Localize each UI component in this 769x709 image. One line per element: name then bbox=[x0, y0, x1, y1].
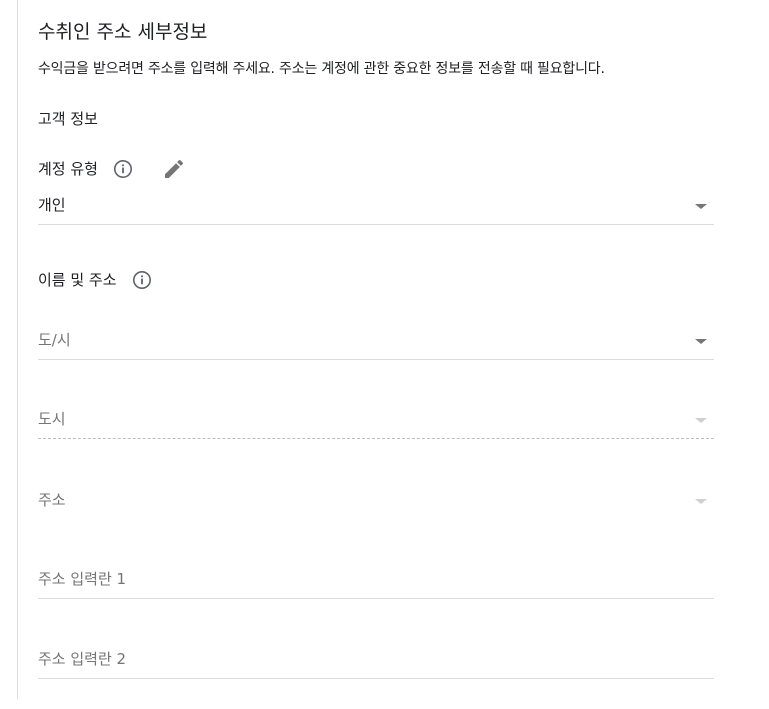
customer-info-heading: 고객 정보 bbox=[38, 110, 98, 128]
info-icon[interactable] bbox=[132, 270, 152, 290]
page-title: 수취인 주소 세부정보 bbox=[38, 21, 208, 43]
chevron-down-icon bbox=[695, 204, 707, 209]
pencil-icon[interactable] bbox=[162, 157, 186, 181]
account-type-value: 개인 bbox=[38, 196, 66, 214]
chevron-down-icon bbox=[695, 499, 707, 504]
province-placeholder: 도/시 bbox=[38, 331, 71, 349]
page-description: 수익금을 받으려면 주소를 입력해 주세요. 주소는 계정에 관한 중요한 정보… bbox=[38, 61, 605, 77]
info-icon[interactable] bbox=[113, 159, 133, 179]
name-address-label: 이름 및 주소 bbox=[38, 271, 117, 289]
city-placeholder: 도시 bbox=[38, 410, 66, 428]
account-type-select[interactable]: 개인 bbox=[38, 185, 714, 225]
address-placeholder: 주소 bbox=[38, 491, 66, 509]
address-line1-input[interactable]: 주소 입력란 1 bbox=[38, 559, 714, 599]
left-divider bbox=[17, 0, 18, 699]
account-type-label: 계정 유형 bbox=[38, 160, 98, 178]
address-line1-placeholder: 주소 입력란 1 bbox=[38, 570, 127, 588]
province-select[interactable]: 도/시 bbox=[38, 320, 714, 360]
city-select: 도시 bbox=[38, 399, 714, 439]
address-line2-input[interactable]: 주소 입력란 2 bbox=[38, 639, 714, 679]
chevron-down-icon bbox=[695, 418, 707, 423]
name-address-label-row: 이름 및 주소 bbox=[38, 269, 152, 291]
chevron-down-icon bbox=[695, 339, 707, 344]
account-type-label-row: 계정 유형 bbox=[38, 157, 186, 181]
address-select: 주소 bbox=[38, 479, 714, 519]
address-line2-placeholder: 주소 입력란 2 bbox=[38, 650, 127, 668]
